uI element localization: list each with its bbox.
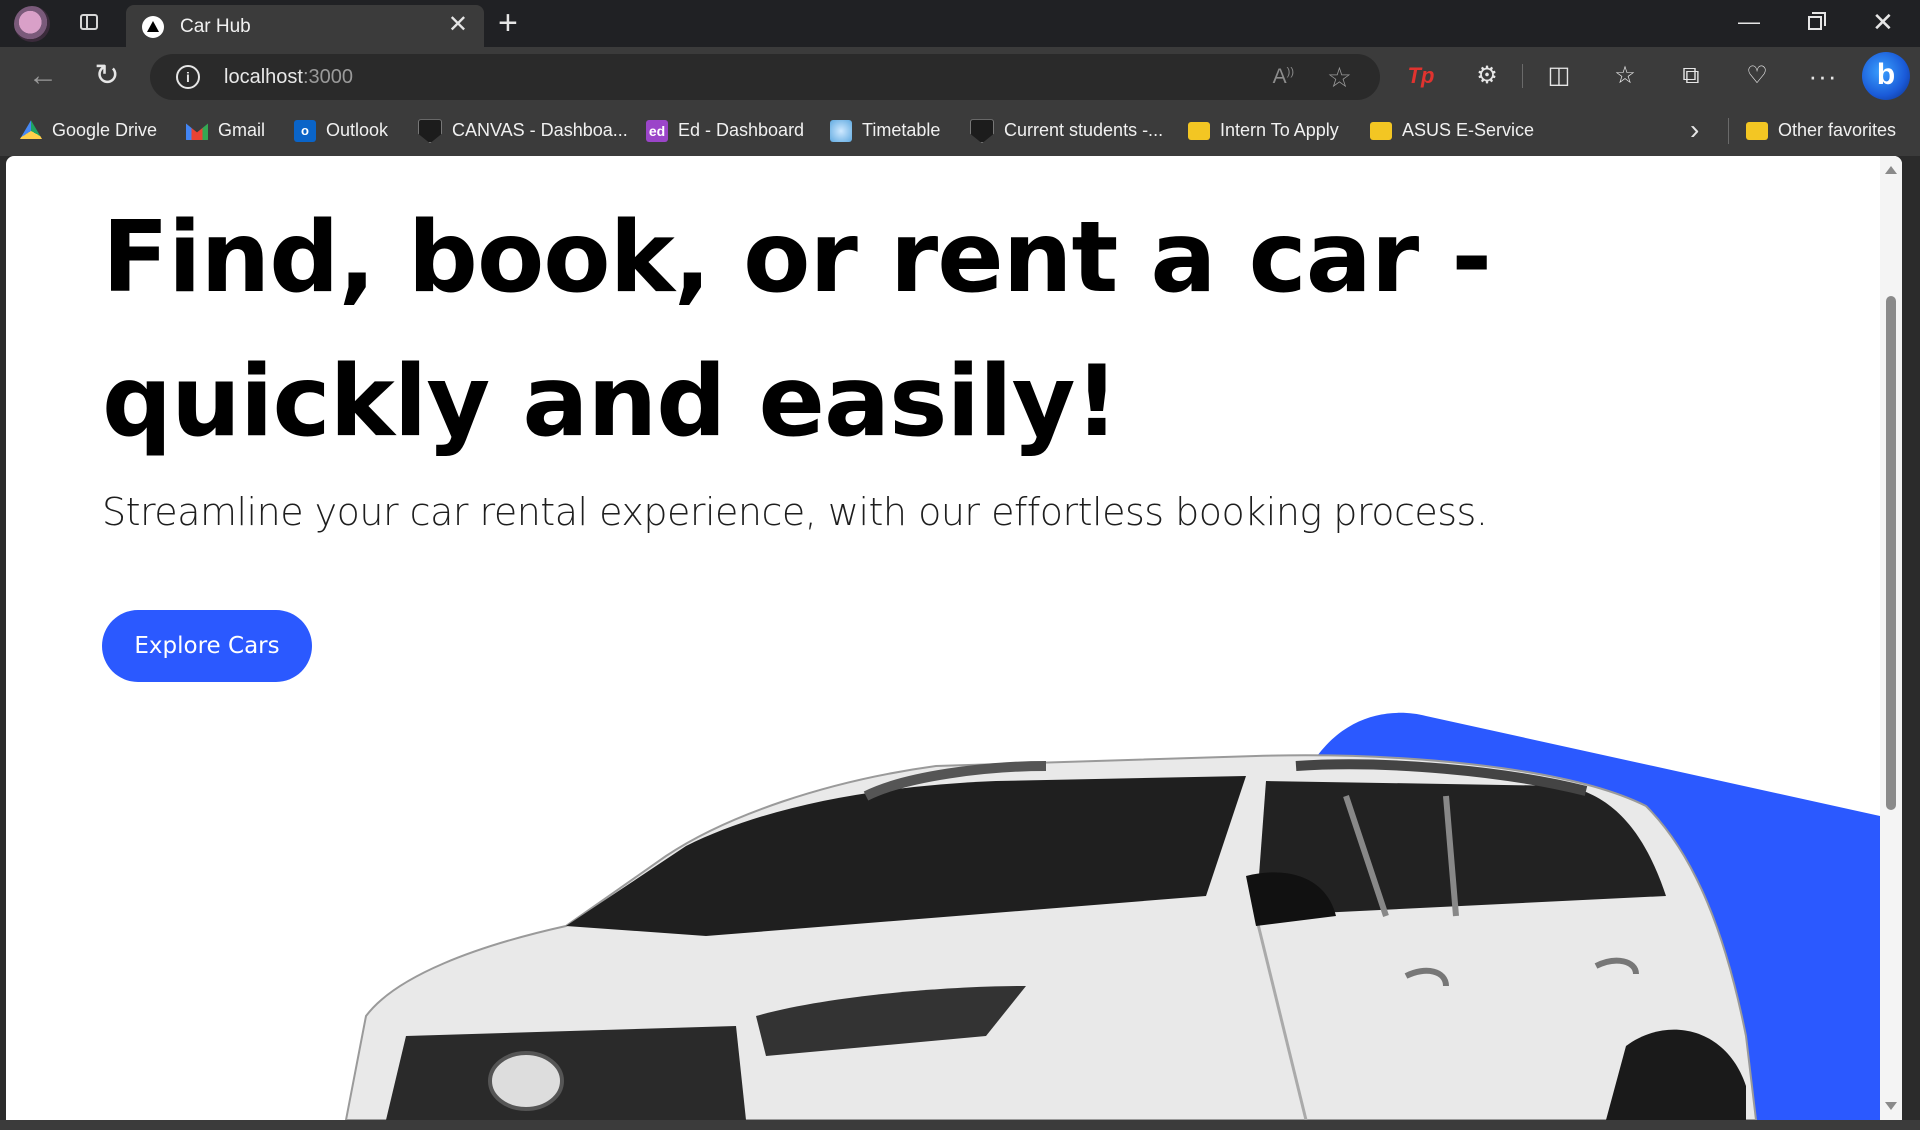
address-bar[interactable]: i localhost:3000 A)) ☆ bbox=[150, 54, 1380, 100]
google-drive-icon bbox=[20, 120, 42, 139]
page-viewport: Find, book, or rent a car - quickly and … bbox=[6, 156, 1902, 1120]
ed-icon: ed bbox=[646, 120, 668, 143]
title-bar: Car Hub ✕ + — ✕ bbox=[0, 0, 1920, 47]
favorites-icon[interactable]: ☆ bbox=[1608, 61, 1642, 91]
back-arrow-icon[interactable]: ← bbox=[26, 59, 60, 93]
bookmark-timetable[interactable]: Timetable bbox=[830, 116, 940, 144]
minimize-button[interactable]: — bbox=[1738, 6, 1760, 38]
browser-essentials-icon[interactable]: ♡ bbox=[1740, 61, 1774, 91]
close-tab-icon[interactable]: ✕ bbox=[448, 13, 468, 37]
tab-car-hub[interactable]: Car Hub ✕ bbox=[126, 5, 484, 47]
url-text[interactable]: localhost:3000 bbox=[224, 66, 353, 89]
new-tab-button[interactable]: + bbox=[498, 6, 518, 40]
browser-window: Car Hub ✕ + — ✕ ← ↻ i localhost:3000 A))… bbox=[0, 0, 1920, 1130]
folder-icon bbox=[1746, 122, 1768, 141]
profile-avatar[interactable] bbox=[14, 6, 50, 42]
nextjs-favicon-icon bbox=[142, 16, 164, 38]
bookmark-outlook[interactable]: o Outlook bbox=[294, 116, 388, 144]
browser-toolbar: ← ↻ i localhost:3000 A)) ☆ Tp ⚙ ◫ ☆ ⧉ ♡ … bbox=[0, 47, 1920, 106]
info-icon[interactable]: i bbox=[176, 65, 200, 89]
split-screen-icon[interactable]: ◫ bbox=[1542, 61, 1576, 91]
outlook-icon: o bbox=[294, 120, 316, 143]
more-options-icon[interactable]: ··· bbox=[1806, 61, 1840, 91]
bookmark-canvas[interactable]: CANVAS - Dashboa... bbox=[418, 116, 628, 144]
page-scrollbar[interactable] bbox=[1880, 156, 1902, 1120]
folder-icon bbox=[1188, 122, 1210, 141]
timetable-icon bbox=[830, 120, 852, 143]
tab-actions-icon[interactable] bbox=[76, 11, 102, 35]
bookmark-intern-to-apply[interactable]: Intern To Apply bbox=[1188, 116, 1339, 144]
add-favorite-star-icon[interactable]: ☆ bbox=[1327, 61, 1352, 94]
bookmarks-divider bbox=[1728, 118, 1729, 144]
bookmark-google-drive[interactable]: Google Drive bbox=[20, 116, 157, 144]
url-port: :3000 bbox=[302, 66, 353, 88]
scroll-thumb[interactable] bbox=[1886, 296, 1896, 810]
tab-title: Car Hub bbox=[180, 16, 251, 37]
hero-title: Find, book, or rent a car - quickly and … bbox=[102, 201, 1492, 459]
bookmark-other-favorites[interactable]: Other favorites bbox=[1746, 116, 1896, 144]
bookmarks-bar: Google Drive Gmail o Outlook CANVAS - Das… bbox=[0, 106, 1920, 156]
window-bottom-edge bbox=[0, 1120, 1920, 1130]
scroll-up-arrow-icon[interactable] bbox=[1885, 166, 1897, 174]
url-host: localhost bbox=[224, 66, 303, 88]
close-window-button[interactable]: ✕ bbox=[1872, 6, 1894, 38]
gmail-icon bbox=[186, 123, 208, 141]
scroll-down-arrow-icon[interactable] bbox=[1885, 1102, 1897, 1110]
bookmark-current-students[interactable]: Current students -... bbox=[970, 116, 1163, 144]
bing-copilot-icon[interactable]: b bbox=[1862, 52, 1910, 100]
shield-icon bbox=[970, 119, 994, 144]
shield-icon bbox=[418, 119, 442, 144]
toolbar-divider bbox=[1522, 64, 1523, 88]
extensions-puzzle-icon[interactable]: ⚙ bbox=[1470, 61, 1504, 91]
white-suv-car bbox=[344, 754, 1758, 1120]
folder-icon bbox=[1370, 122, 1392, 141]
collections-icon[interactable]: ⧉ bbox=[1674, 61, 1708, 91]
chevron-right-icon[interactable]: › bbox=[1690, 114, 1699, 146]
read-aloud-icon[interactable]: A)) bbox=[1273, 65, 1294, 89]
tp-extension-icon[interactable]: Tp bbox=[1404, 61, 1438, 91]
restore-button[interactable] bbox=[1808, 12, 1826, 30]
explore-cars-button[interactable]: Explore Cars bbox=[102, 610, 312, 682]
bookmark-gmail[interactable]: Gmail bbox=[186, 116, 265, 144]
refresh-icon[interactable]: ↻ bbox=[90, 59, 124, 93]
hero-subtitle: Streamline your car rental experience, w… bbox=[102, 490, 1488, 534]
bookmark-ed-dashboard[interactable]: ed Ed - Dashboard bbox=[646, 116, 804, 144]
bookmark-asus-e-service[interactable]: ASUS E-Service bbox=[1370, 116, 1534, 144]
